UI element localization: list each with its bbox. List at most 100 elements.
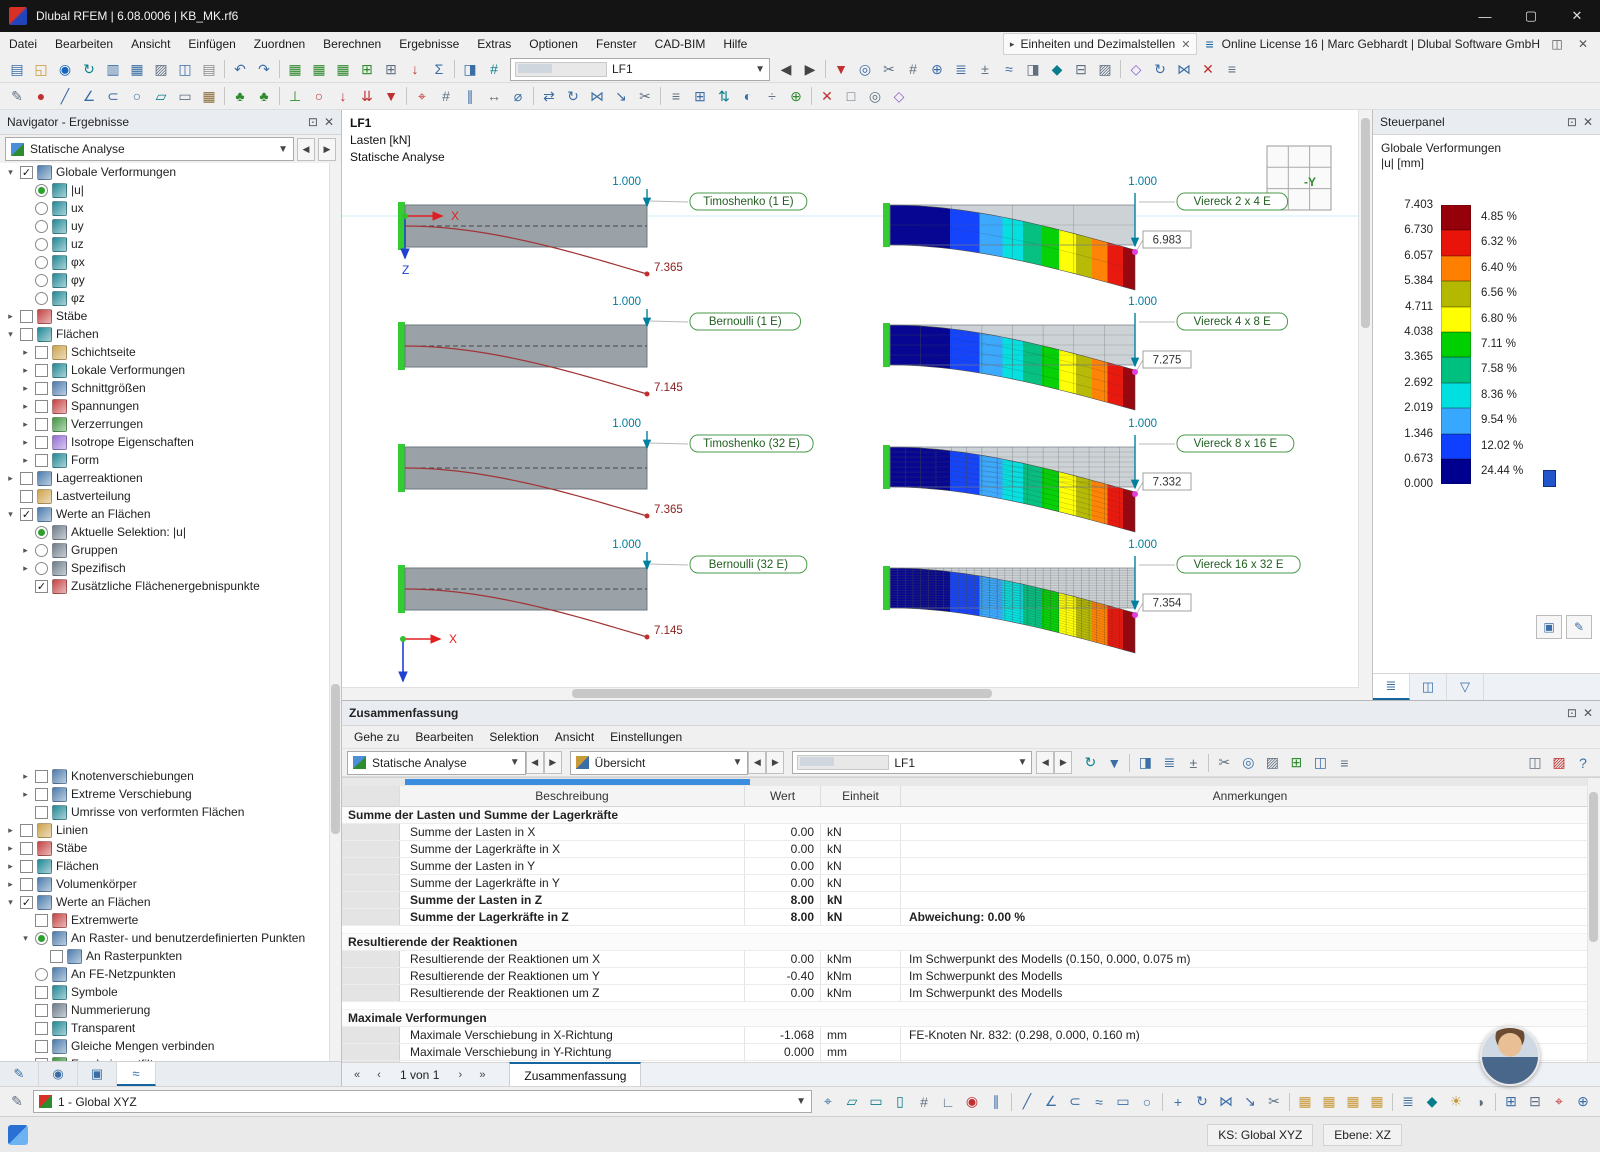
menu-fenster[interactable]: Fenster (587, 32, 646, 56)
filter-table-icon[interactable]: ▼ (1102, 752, 1126, 774)
export-table-icon[interactable]: ⊞ (355, 58, 379, 80)
section-view-icon[interactable]: ⊟ (1069, 58, 1093, 80)
help-table-icon[interactable]: ? (1571, 752, 1595, 774)
menu-berechnen[interactable]: Berechnen (314, 32, 390, 56)
results-tree-item[interactable]: ▸Lokale Verformungen (0, 361, 341, 379)
units-notice-chip[interactable]: ▸ Einheiten und Dezimalstellen ✕ (1003, 33, 1198, 55)
table-row[interactable]: Resultierende der Reaktionen um X0.00kNm… (342, 951, 1600, 968)
previous-loadcase-button[interactable]: ◀ (774, 58, 798, 80)
radio-button[interactable] (35, 292, 48, 305)
menu-optionen[interactable]: Optionen (520, 32, 587, 56)
model-viewport[interactable]: LF1Lasten [kN]Statische Analyse-Y1.0007.… (342, 110, 1372, 700)
display-tree-item[interactable]: ✓Ergebniswertfilter (0, 1055, 341, 1061)
zoom-window-icon[interactable]: ◎ (863, 85, 887, 107)
summary-loadcase-combobox[interactable]: LF1 ▼ (792, 751, 1032, 774)
print-graphic-icon[interactable]: ▨ (1093, 58, 1117, 80)
maximize-button[interactable]: ▢ (1508, 0, 1554, 32)
results-tree-item[interactable]: ▸Gruppen (0, 541, 341, 559)
results-tree-item[interactable]: uz (0, 235, 341, 253)
print-icon[interactable]: ▨ (149, 58, 173, 80)
expand-icon[interactable]: ▸ (20, 771, 31, 782)
checkbox[interactable] (20, 824, 33, 837)
clipping-plane-icon[interactable]: ✂ (877, 58, 901, 80)
line-icon[interactable]: ╱ (1015, 1091, 1039, 1113)
scale-icon[interactable]: ↘ (609, 85, 633, 107)
float-panel-icon[interactable]: ⊡ (308, 115, 318, 129)
user-avatar[interactable] (1480, 1026, 1540, 1086)
arc-tool-icon[interactable]: ⊂ (101, 85, 125, 107)
collapse-icon[interactable]: ▾ (5, 897, 16, 908)
checkbox[interactable] (35, 1040, 48, 1053)
checkbox[interactable] (20, 860, 33, 873)
sketch-pen-icon[interactable]: ✎ (5, 1091, 29, 1113)
loadcase-slider[interactable] (515, 62, 607, 77)
results-tree-item[interactable]: φy (0, 271, 341, 289)
panel-toggle-icon[interactable]: ◨ (1021, 58, 1045, 80)
checkbox[interactable] (35, 1022, 48, 1035)
deselect-icon[interactable]: ⊟ (1523, 1091, 1547, 1113)
rotate-tool-icon[interactable]: ↻ (1190, 1091, 1214, 1113)
tree-object-icon[interactable]: ♣ (228, 85, 252, 107)
support-tool-icon[interactable]: ⊥ (283, 85, 307, 107)
work-plane-xy-icon[interactable]: ▱ (840, 1091, 864, 1113)
result-diagram-icon[interactable]: ≈ (997, 58, 1021, 80)
beam-model[interactable]: 1.0007.365Timoshenko (32 E) (398, 418, 813, 519)
undo-icon[interactable]: ↶ (228, 58, 252, 80)
grid-icon[interactable]: # (434, 85, 458, 107)
summary-menu-einstellungen[interactable]: Einstellungen (602, 726, 690, 748)
results-tree-item[interactable]: |u| (0, 181, 341, 199)
radio-button[interactable] (35, 274, 48, 287)
next-analysis-button[interactable]: ▶ (544, 751, 562, 774)
print-table-icon[interactable]: ▨ (1260, 752, 1284, 774)
checkbox[interactable] (35, 346, 48, 359)
expand-icon[interactable]: ▸ (5, 311, 16, 322)
fe-mesh-model[interactable]: 1.0007.275Viereck 4 x 8 E (883, 296, 1288, 410)
expand-icon[interactable]: ▸ (20, 563, 31, 574)
results-tree-item[interactable]: ▸Spannungen (0, 397, 341, 415)
surface-load-icon[interactable]: ▼ (379, 85, 403, 107)
results-tree-item[interactable]: ▾✓Werte an Flächen (0, 505, 341, 523)
display-tree-item[interactable]: An FE-Netzpunkten (0, 965, 341, 983)
open-model-icon[interactable]: ◱ (29, 58, 53, 80)
shadow-icon[interactable]: ◑ (1468, 1091, 1492, 1113)
previous-analysis-button[interactable]: ◀ (297, 138, 315, 161)
menu-extras[interactable]: Extras (468, 32, 520, 56)
collapse-icon[interactable]: ▾ (5, 329, 16, 340)
summary-analysis-combobox[interactable]: Statische Analyse ▼ (347, 751, 526, 775)
radio-button[interactable] (35, 238, 48, 251)
radio-button[interactable] (35, 256, 48, 269)
light-icon[interactable]: ☀ (1444, 1091, 1468, 1113)
excel-export-icon[interactable]: ⊞ (1284, 752, 1308, 774)
layers-icon[interactable]: ≣ (1396, 1091, 1420, 1113)
checkbox[interactable] (50, 950, 63, 963)
display-tree-item[interactable]: Symbole (0, 983, 341, 1001)
table-row[interactable]: Summe der Lagerkräfte in Y0.00kN (342, 875, 1600, 892)
display-tree-item[interactable]: Gleiche Mengen verbinden (0, 1037, 341, 1055)
display-tree-item[interactable]: ▸Knotenverschiebungen (0, 767, 341, 785)
dlubal-account-icon[interactable]: ◉ (53, 58, 77, 80)
terrain-object-icon[interactable]: ♣ (252, 85, 276, 107)
coordinate-system-combobox[interactable]: 1 - Global XYZ ▼ (33, 1090, 812, 1113)
checkbox[interactable] (20, 878, 33, 891)
measure-icon[interactable]: ⌀ (506, 85, 530, 107)
table-row[interactable]: Summe der Lagerkräfte in Z8.00kNAbweichu… (342, 909, 1600, 926)
collapse-icon[interactable]: ▾ (5, 167, 16, 178)
results-tree-item[interactable]: ✓Zusätzliche Flächenergebnispunkte (0, 577, 341, 595)
radio-button[interactable] (35, 968, 48, 981)
table-vertical-scrollbar[interactable] (1587, 778, 1600, 1062)
table-row[interactable]: Maximale Verschiebung in X-Richtung-1.06… (342, 1027, 1600, 1044)
word-export-icon[interactable]: ◫ (1308, 752, 1332, 774)
menu-ergebnisse[interactable]: Ergebnisse (390, 32, 468, 56)
checkbox[interactable] (35, 382, 48, 395)
results-tree-item[interactable]: ▸Schichtseite (0, 343, 341, 361)
summary-menu-selektion[interactable]: Selektion (481, 726, 546, 748)
radio-button[interactable] (35, 932, 48, 945)
table-row[interactable]: Resultierende der Reaktionen um Z0.00kNm… (342, 985, 1600, 1002)
export-pdf-icon[interactable]: ▨ (1547, 752, 1571, 774)
block-icon[interactable]: ◇ (1124, 58, 1148, 80)
checkbox[interactable] (20, 472, 33, 485)
paste-icon[interactable]: ▤ (197, 58, 221, 80)
arc-icon[interactable]: ⊂ (1063, 1091, 1087, 1113)
result-values-table-icon[interactable]: ≣ (1157, 752, 1181, 774)
camera-tab[interactable]: ▣ (78, 1062, 117, 1086)
